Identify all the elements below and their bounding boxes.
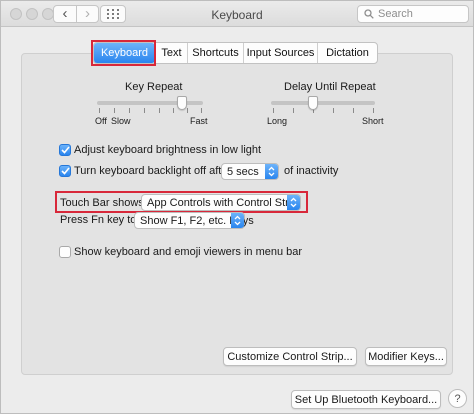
tab-text[interactable]: Text	[155, 43, 187, 63]
adjust-brightness-label: Adjust keyboard brightness in low light	[74, 144, 262, 156]
checkmark-icon	[60, 146, 70, 154]
delay-label-short: Short	[362, 116, 384, 126]
modifier-keys-button[interactable]: Modifier Keys...	[365, 347, 447, 366]
key-repeat-label-off: Off	[95, 116, 107, 126]
slider-tick	[99, 108, 100, 113]
updown-arrows-icon	[231, 213, 244, 228]
tab-shortcuts[interactable]: Shortcuts	[187, 43, 243, 63]
slider-tick	[187, 108, 188, 113]
key-repeat-track	[97, 101, 203, 105]
minimize-window-button[interactable]	[26, 8, 38, 20]
emoji-viewers-checkbox[interactable]	[59, 246, 71, 258]
backlight-timeout-value: 5 secs	[227, 165, 259, 178]
tab-dictation[interactable]: Dictation	[317, 43, 377, 63]
slider-tick	[293, 108, 294, 113]
backlight-timeout-popup[interactable]: 5 secs	[221, 163, 279, 180]
close-window-button[interactable]	[10, 8, 22, 20]
backlight-off-label: Turn keyboard backlight off after	[74, 165, 232, 177]
titlebar: ‹ › Keyboard	[1, 1, 473, 27]
slider-tick	[201, 108, 202, 113]
customize-control-strip-button[interactable]: Customize Control Strip...	[223, 347, 357, 366]
slider-tick	[159, 108, 160, 113]
search-field[interactable]	[357, 5, 469, 23]
slider-tick	[129, 108, 130, 113]
backlight-off-checkbox[interactable]	[59, 165, 71, 177]
tab-input-sources[interactable]: Input Sources	[243, 43, 317, 63]
delay-until-repeat-track	[271, 101, 375, 105]
chevron-right-icon: ›	[85, 5, 90, 22]
help-button[interactable]: ?	[448, 389, 467, 408]
touch-bar-highlight-box	[55, 191, 308, 213]
fn-key-label: Press Fn key to	[60, 214, 137, 226]
slider-tick	[353, 108, 354, 113]
grid-icon	[107, 9, 119, 19]
inactivity-label: of inactivity	[284, 165, 339, 177]
slider-tick	[373, 108, 374, 113]
chevron-left-icon: ‹	[62, 5, 68, 22]
search-icon	[364, 9, 374, 19]
key-repeat-title: Key Repeat	[125, 81, 183, 93]
fn-key-popup[interactable]: Show F1, F2, etc. Keys	[134, 212, 254, 229]
back-button[interactable]: ‹	[54, 6, 76, 22]
slider-tick	[333, 108, 334, 113]
checkmark-icon	[60, 167, 70, 175]
key-repeat-slider-thumb[interactable]	[176, 96, 187, 110]
show-all-button[interactable]	[100, 5, 126, 23]
slider-tick	[273, 108, 274, 113]
adjust-brightness-checkbox[interactable]	[59, 144, 71, 156]
slider-tick	[144, 108, 145, 113]
forward-button[interactable]: ›	[76, 6, 98, 22]
slider-tick	[173, 108, 174, 113]
key-repeat-label-slow: Slow	[111, 116, 131, 126]
delay-until-repeat-title: Delay Until Repeat	[284, 81, 376, 93]
search-input[interactable]	[378, 8, 458, 20]
keyboard-preferences-window: ‹ › Keyboard K	[0, 0, 474, 414]
delay-until-repeat-slider-thumb[interactable]	[307, 96, 318, 110]
updown-arrows-icon	[265, 164, 278, 179]
emoji-viewers-label: Show keyboard and emoji viewers in menu …	[74, 246, 303, 258]
delay-label-long: Long	[267, 116, 288, 126]
navigation-buttons: ‹ ›	[53, 5, 99, 23]
set-up-bluetooth-keyboard-button[interactable]: Set Up Bluetooth Keyboard...	[291, 390, 441, 409]
key-repeat-label-fast: Fast	[190, 116, 208, 126]
keyboard-tab-highlight-box	[91, 40, 156, 66]
slider-tick	[114, 108, 115, 113]
